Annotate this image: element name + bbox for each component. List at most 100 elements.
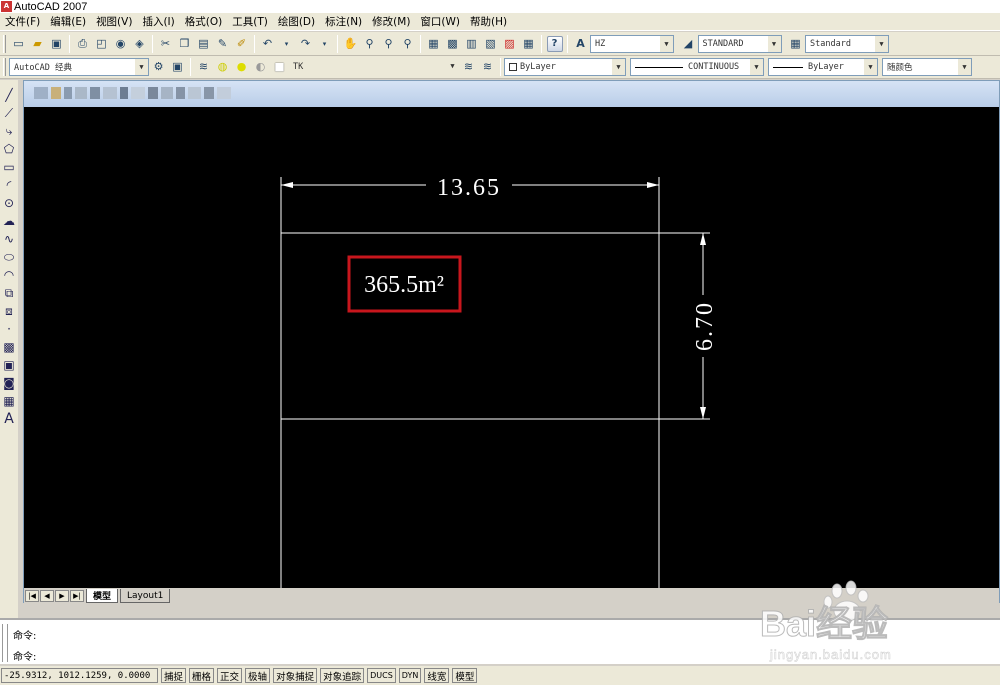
toolbar-grip[interactable]	[3, 34, 6, 53]
coordinate-display[interactable]: -25.9312, 1012.1259, 0.0000	[1, 668, 158, 683]
model-space-canvas[interactable]: 13.65 6.70 365.5m²	[24, 107, 999, 590]
design-center-icon[interactable]: ▩	[445, 36, 461, 52]
workspace-select[interactable]: AutoCAD 经典 ▼	[9, 58, 149, 76]
make-object-layer-current-icon[interactable]: ≋	[461, 59, 477, 75]
publish-icon[interactable]: ◉	[113, 36, 129, 52]
tool-palettes-icon[interactable]: ▥	[464, 36, 480, 52]
zoom-previous-icon[interactable]: ⚲	[400, 36, 416, 52]
ellipse-arc-icon[interactable]: ◠	[2, 266, 17, 284]
tab-model[interactable]: 模型	[86, 589, 119, 603]
model-toggle[interactable]: 模型	[452, 668, 478, 683]
dimension-style-icon[interactable]: ◢	[680, 36, 696, 52]
first-tab-icon[interactable]: |◀	[25, 590, 39, 602]
help-icon[interactable]: ?	[546, 35, 563, 52]
hatch-icon[interactable]: ▩	[2, 338, 17, 356]
ortho-toggle[interactable]: 正交	[217, 668, 243, 683]
rectangle-icon[interactable]: ▭	[2, 158, 17, 176]
menu-tools[interactable]: 工具(T)	[227, 14, 273, 29]
layer-freeze-icon[interactable]: ●	[234, 59, 250, 75]
osnap-toggle[interactable]: 对象捕捉	[273, 668, 318, 683]
menu-help[interactable]: 帮助(H)	[465, 14, 512, 29]
layer-previous-icon[interactable]: ≋	[480, 59, 496, 75]
sheet-set-icon[interactable]: ▧	[483, 36, 499, 52]
snap-toggle[interactable]: 捕捉	[161, 668, 187, 683]
menu-edit[interactable]: 编辑(E)	[45, 14, 91, 29]
make-block-icon[interactable]: ⧈	[2, 302, 17, 320]
menu-modify[interactable]: 修改(M)	[367, 14, 415, 29]
previous-tab-icon[interactable]: ◀	[40, 590, 54, 602]
menu-file[interactable]: 文件(F)	[0, 14, 45, 29]
pan-icon[interactable]: ✋	[343, 36, 359, 52]
my-workspace-icon[interactable]: ▣	[170, 59, 186, 75]
block-editor-icon[interactable]: ✐	[234, 36, 250, 52]
last-tab-icon[interactable]: ▶|	[70, 590, 84, 602]
layer-on-icon[interactable]: ◍	[215, 59, 231, 75]
grid-toggle[interactable]: 栅格	[189, 668, 215, 683]
ducs-toggle[interactable]: DUCS	[367, 668, 396, 683]
insert-block-icon[interactable]: ⧉	[2, 284, 17, 302]
layer-manager-icon[interactable]: ≋	[196, 59, 212, 75]
construction-line-icon[interactable]: ⟋	[2, 104, 17, 122]
table-icon[interactable]: ▦	[2, 392, 17, 410]
next-tab-icon[interactable]: ▶	[55, 590, 69, 602]
color-control-select[interactable]: ByLayer ▼	[504, 58, 626, 76]
ellipse-icon[interactable]: ⬭	[2, 248, 17, 266]
redo-dropdown-icon[interactable]: ▾	[317, 36, 333, 52]
zoom-realtime-icon[interactable]: ⚲	[362, 36, 378, 52]
menu-window[interactable]: 窗口(W)	[415, 14, 465, 29]
table-style-icon[interactable]: ▦	[788, 36, 804, 52]
menu-format[interactable]: 格式(O)	[180, 14, 227, 29]
polar-toggle[interactable]: 极轴	[245, 668, 271, 683]
gradient-icon[interactable]: ▣	[2, 356, 17, 374]
redo-icon[interactable]: ↷	[298, 36, 314, 52]
autocad-app-icon[interactable]: A	[1, 1, 12, 12]
undo-icon[interactable]: ↶	[260, 36, 276, 52]
command-prompt[interactable]: 命令:	[13, 648, 36, 663]
layer-color-icon[interactable]: ■	[272, 59, 288, 75]
dyn-toggle[interactable]: DYN	[398, 668, 422, 683]
point-icon[interactable]: ·	[2, 320, 17, 338]
linetype-control-select[interactable]: CONTINUOUS ▼	[630, 58, 764, 76]
dimension-style-select[interactable]: STANDARD ▼	[697, 34, 782, 53]
command-window-grip[interactable]	[2, 624, 8, 662]
circle-icon[interactable]: ⊙	[2, 194, 17, 212]
revision-cloud-icon[interactable]: ☁	[2, 212, 17, 230]
layer-lock-icon[interactable]: ◐	[253, 59, 269, 75]
zoom-window-icon[interactable]: ⚲	[381, 36, 397, 52]
copy-icon[interactable]: ❐	[177, 36, 193, 52]
print-icon[interactable]: ⎙	[75, 36, 91, 52]
save-icon[interactable]: ▣	[49, 36, 65, 52]
toolbar-grip[interactable]	[3, 58, 6, 76]
text-style-icon[interactable]: A	[573, 36, 589, 52]
new-file-icon[interactable]: ▭	[11, 36, 27, 52]
menu-insert[interactable]: 插入(I)	[137, 14, 179, 29]
menu-draw[interactable]: 绘图(D)	[273, 14, 320, 29]
paste-icon[interactable]: ▤	[196, 36, 212, 52]
text-style-select[interactable]: HZ ▼	[590, 34, 674, 53]
tab-layout1[interactable]: Layout1	[120, 589, 171, 603]
polygon-icon[interactable]: ⬠	[2, 140, 17, 158]
table-style-select[interactable]: Standard ▼	[805, 34, 889, 53]
arc-icon[interactable]: ◜	[2, 176, 17, 194]
cut-icon[interactable]: ✂	[158, 36, 174, 52]
markup-icon[interactable]: ▨	[502, 36, 518, 52]
open-file-icon[interactable]: ▰	[30, 36, 46, 52]
menu-dimension[interactable]: 标注(N)	[320, 14, 367, 29]
lineweight-toggle[interactable]: 线宽	[424, 668, 450, 683]
match-properties-icon[interactable]: ✎	[215, 36, 231, 52]
layer-select[interactable]: TK ▼	[289, 58, 459, 76]
region-icon[interactable]: ◙	[2, 374, 17, 392]
plot-style-select[interactable]: 随颜色 ▼	[882, 58, 972, 76]
quickcalc-icon[interactable]: ▦	[521, 36, 537, 52]
lineweight-control-select[interactable]: ByLayer ▼	[768, 58, 878, 76]
spline-icon[interactable]: ∿	[2, 230, 17, 248]
line-icon[interactable]: ╱	[2, 86, 17, 104]
print-preview-icon[interactable]: ◰	[94, 36, 110, 52]
menu-view[interactable]: 视图(V)	[91, 14, 137, 29]
otrack-toggle[interactable]: 对象追踪	[320, 668, 365, 683]
workspace-settings-icon[interactable]: ⚙	[151, 59, 167, 75]
3d-dwf-icon[interactable]: ◈	[132, 36, 148, 52]
multiline-text-icon[interactable]: A	[2, 410, 17, 428]
undo-dropdown-icon[interactable]: ▾	[279, 36, 295, 52]
polyline-icon[interactable]: ⤷	[2, 122, 17, 140]
